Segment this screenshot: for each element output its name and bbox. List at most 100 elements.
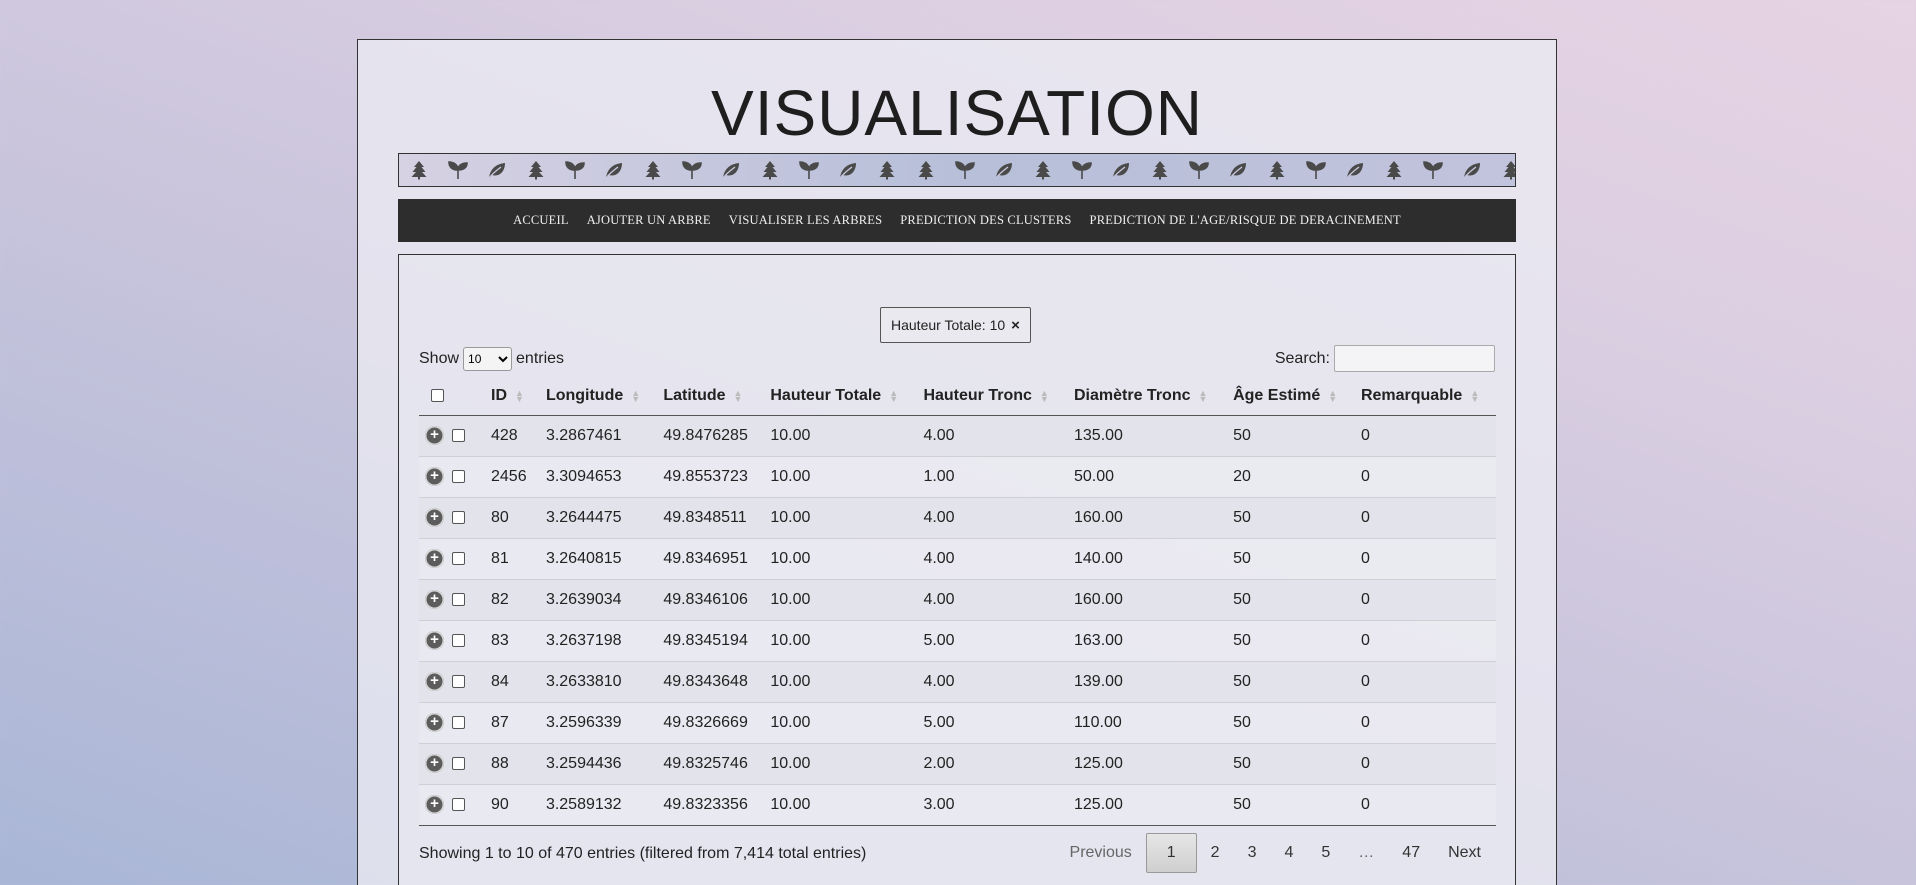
table-cell: 10.00 [762,415,916,457]
pagination-ellipsis: … [1358,844,1375,861]
row-checkbox[interactable] [452,511,465,524]
sort-icon: ▲ ▼ [733,387,743,404]
table-cell: 82 [483,579,538,621]
table-row[interactable]: +80 3.2644475 49.8348511 10.00 4.00 160.00 50 0 [419,497,1496,539]
tree-icon [1140,160,1179,180]
table-row[interactable]: +88 3.2594436 49.8325746 10.00 2.00 125.00 50 0 [419,743,1496,785]
table-cell: 90 [483,784,538,826]
expand-row-icon[interactable]: + [425,672,444,691]
nav-ajouter-arbre[interactable]: AJOUTER UN ARBRE [587,213,711,228]
column-header-age-estime[interactable]: Âge Estimé ▲ ▼ [1225,377,1353,416]
column-header-longitude[interactable]: Longitude ▲ ▼ [537,377,656,416]
nav-prediction-clusters[interactable]: PREDICTION DES CLUSTERS [900,213,1071,228]
decorative-icon-strip [398,153,1516,187]
pagination-next-button[interactable]: Next [1434,834,1495,872]
table-cell: 110.00 [1066,702,1226,744]
table-row[interactable]: +82 3.2639034 49.8346106 10.00 4.00 160.00 50 0 [419,579,1496,621]
remove-filter-icon[interactable]: × [1011,317,1020,334]
row-checkbox[interactable] [452,675,465,688]
pagination-page-5[interactable]: 5 [1307,834,1344,872]
table-row[interactable]: +428 3.2867461 49.8476285 10.00 4.00 135.00 50… [419,415,1496,457]
expand-row-icon[interactable]: + [425,590,444,609]
nav-visualiser-arbres[interactable]: VISUALISER LES ARBRES [729,213,883,228]
table-cell: 125.00 [1066,743,1226,785]
table-cell: 5.00 [915,620,1066,662]
sprout-icon [672,160,711,180]
table-cell: 49.8348511 [655,497,763,539]
pagination-page-47[interactable]: 47 [1388,834,1434,872]
column-header-remarquable[interactable]: Remarquable ▲ ▼ [1352,377,1496,416]
sort-icon: ▲ ▼ [1470,387,1480,404]
table-cell: 81 [483,538,538,580]
table-cell: 10.00 [762,620,916,662]
table-cell: 49.8343648 [655,661,763,703]
expand-row-icon[interactable]: + [425,713,444,732]
leaf-icon [1452,160,1491,180]
expand-row-icon[interactable]: + [425,795,444,814]
search-input[interactable] [1334,345,1495,372]
leaf-icon [1101,160,1140,180]
table-cell: 88 [483,743,538,785]
column-header-diametre-tronc[interactable]: Diamètre Tronc ▲ ▼ [1066,377,1226,416]
pagination-previous-button[interactable]: Previous [1056,834,1146,872]
pagination-page-4[interactable]: 4 [1270,834,1307,872]
sort-icon: ▲ ▼ [1328,387,1338,404]
table-cell: 0 [1352,661,1496,703]
column-header-hauteur-totale[interactable]: Hauteur Totale ▲ ▼ [762,377,916,416]
row-checkbox[interactable] [452,593,465,606]
expand-row-icon[interactable]: + [425,426,444,445]
nav-accueil[interactable]: ACCUEIL [513,213,569,228]
expand-row-icon[interactable]: + [425,549,444,568]
expand-row-icon[interactable]: + [425,467,444,486]
table-cell: 5.00 [915,702,1066,744]
select-all-checkbox[interactable] [431,389,444,403]
table-row[interactable]: +87 3.2596339 49.8326669 10.00 5.00 110.00 50 0 [419,702,1496,744]
pagination-page-3[interactable]: 3 [1234,834,1271,872]
sort-icon: ▲ ▼ [1039,387,1049,404]
page-length-select[interactable]: 10 [463,347,513,371]
table-row[interactable]: +2456 3.3094653 49.8553723 10.00 1.00 50.00 20… [419,456,1496,498]
nav-prediction-age-risque[interactable]: PREDICTION DE L'AGE/RISQUE DE DERACINEME… [1090,213,1401,228]
expand-row-icon[interactable]: + [425,631,444,650]
row-checkbox[interactable] [452,429,465,442]
column-label: Longitude [545,386,624,404]
table-cell: 49.8325746 [655,743,763,785]
tree-icon [633,160,672,180]
column-header-hauteur-tronc[interactable]: Hauteur Tronc ▲ ▼ [915,377,1066,416]
row-controls: + [419,579,483,621]
table-cell: 140.00 [1066,538,1226,580]
sort-icon: ▲ ▼ [1198,387,1208,404]
tree-icon [750,160,789,180]
expand-row-icon[interactable]: + [425,508,444,527]
pagination-page-2[interactable]: 2 [1197,834,1234,872]
table-cell: 49.8476285 [655,415,763,457]
filter-label: Hauteur Totale: 10 [891,317,1006,333]
pagination-page-1[interactable]: 1 [1145,833,1197,873]
active-filter-chip[interactable]: Hauteur Totale: 10 × [880,307,1031,343]
row-checkbox[interactable] [452,470,465,483]
table-cell: 49.8346106 [655,579,763,621]
row-checkbox[interactable] [452,634,465,647]
table-row[interactable]: +84 3.2633810 49.8343648 10.00 4.00 139.00 50 0 [419,661,1496,703]
column-header-latitude[interactable]: Latitude ▲ ▼ [655,377,763,416]
row-checkbox[interactable] [452,716,465,729]
table-cell: 50 [1225,743,1353,785]
table-cell: 50.00 [1066,456,1226,498]
table-row[interactable]: +90 3.2589132 49.8323356 10.00 3.00 125.00 50 0 [419,784,1496,826]
sprout-icon [789,160,828,180]
column-header-id[interactable]: ID ▲ ▼ [483,377,538,416]
table-row[interactable]: +83 3.2637198 49.8345194 10.00 5.00 163.00 50 0 [419,620,1496,662]
main-navbar: ACCUEIL AJOUTER UN ARBRE VISUALISER LES … [398,199,1516,242]
expand-row-icon[interactable]: + [425,754,444,773]
row-checkbox[interactable] [452,798,465,811]
row-checkbox[interactable] [452,757,465,770]
row-controls: + [419,743,483,785]
table-cell: 139.00 [1066,661,1226,703]
leaf-icon [477,160,516,180]
table-cell: 2.00 [915,743,1066,785]
table-cell: 0 [1352,538,1496,580]
row-checkbox[interactable] [452,552,465,565]
table-row[interactable]: +81 3.2640815 49.8346951 10.00 4.00 140.00 50 0 [419,538,1496,580]
table-cell: 50 [1225,497,1353,539]
table-cell: 10.00 [762,538,916,580]
